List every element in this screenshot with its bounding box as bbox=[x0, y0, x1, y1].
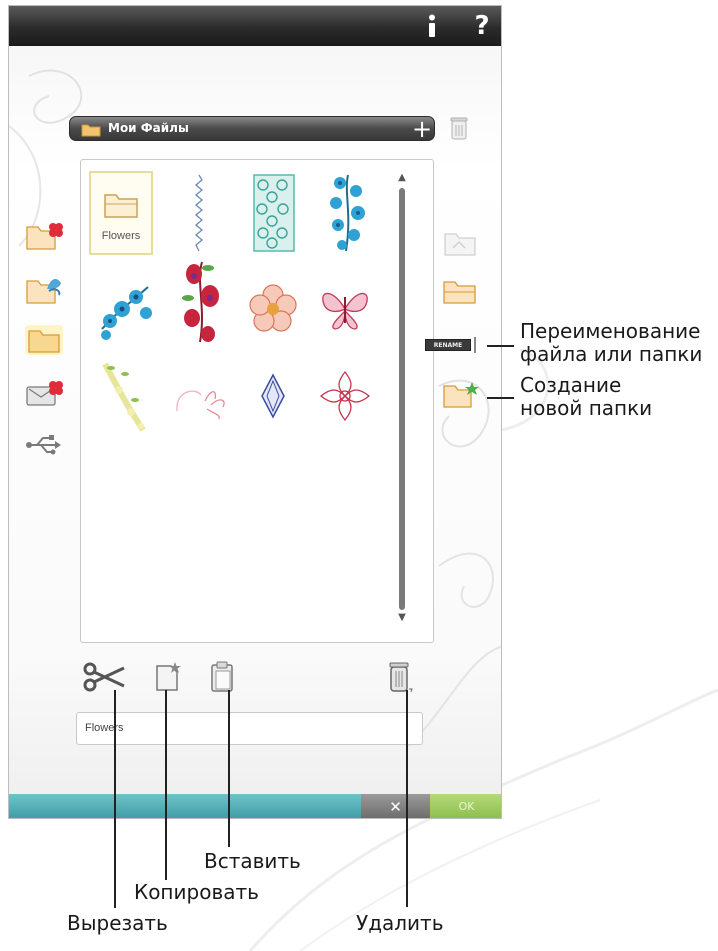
text-cursor-icon bbox=[474, 337, 476, 353]
usb-icon[interactable] bbox=[25, 430, 63, 460]
embroidery-fonts-icon[interactable] bbox=[25, 275, 63, 305]
design-tile[interactable] bbox=[167, 171, 231, 255]
rename-callout-line1: Переименование bbox=[520, 319, 701, 343]
top-bar: ? bbox=[9, 6, 501, 46]
ok-button[interactable]: OK bbox=[430, 794, 501, 818]
blue-floral-spray-design-icon bbox=[101, 286, 152, 340]
scroll-down-button[interactable]: ▼ bbox=[395, 612, 409, 626]
rename-callout-line2: файла или папки bbox=[520, 342, 703, 366]
paste-callout: Вставить bbox=[204, 849, 301, 873]
folder-tile-flowers[interactable]: Flowers bbox=[89, 171, 153, 255]
scissors-icon bbox=[83, 662, 125, 692]
info-button[interactable] bbox=[414, 6, 450, 46]
delete-button[interactable] bbox=[383, 658, 417, 696]
embroidery-designs-icon[interactable] bbox=[25, 221, 63, 251]
design-tile[interactable] bbox=[169, 260, 233, 344]
paste-icon bbox=[211, 661, 233, 692]
new-folder-callout: Создание новой папки bbox=[520, 374, 652, 420]
bottom-bar: ✕ OK bbox=[9, 794, 501, 818]
design-tile[interactable] bbox=[313, 354, 377, 438]
cut-callout: Вырезать bbox=[67, 911, 168, 935]
help-button[interactable]: ? bbox=[464, 6, 500, 46]
new-folder-callout-line1: Создание bbox=[520, 373, 622, 397]
peach-flower-design-icon bbox=[249, 284, 297, 332]
path-label: Мои Файлы bbox=[108, 121, 189, 135]
design-tile[interactable] bbox=[242, 171, 306, 255]
new-folder-callout-line bbox=[487, 397, 514, 399]
copy-icon bbox=[156, 662, 181, 691]
design-tile[interactable] bbox=[315, 171, 379, 255]
pink-swirl-design-icon bbox=[176, 390, 225, 420]
design-tile[interactable] bbox=[93, 354, 157, 438]
new-folder-icon[interactable] bbox=[441, 380, 479, 410]
design-tile[interactable] bbox=[93, 266, 157, 350]
rename-callout-line bbox=[487, 345, 514, 347]
design-tile[interactable] bbox=[241, 266, 305, 350]
teal-lace-block-design-icon bbox=[253, 174, 295, 252]
status-bar bbox=[9, 794, 361, 818]
parent-folder-icon[interactable] bbox=[441, 228, 479, 258]
blue-vine-design-icon bbox=[330, 174, 365, 252]
scroll-up-button[interactable]: ▲ bbox=[395, 172, 409, 186]
design-tile[interactable] bbox=[169, 354, 233, 438]
open-folder-icon[interactable] bbox=[441, 276, 479, 306]
copy-callout: Копировать bbox=[134, 880, 259, 904]
copy-callout-line bbox=[165, 690, 167, 880]
pink-butterfly-design-icon bbox=[322, 292, 368, 330]
stitch-line-design-icon bbox=[194, 174, 204, 252]
scrollbar[interactable] bbox=[399, 188, 405, 610]
trash-icon[interactable] bbox=[450, 117, 468, 141]
usb-delete-icon[interactable] bbox=[25, 379, 63, 409]
delete-callout-line bbox=[406, 690, 408, 907]
cut-button[interactable] bbox=[79, 658, 129, 696]
cancel-button[interactable]: ✕ bbox=[361, 794, 430, 818]
design-tile[interactable] bbox=[313, 266, 377, 350]
red-fuchsia-design-icon bbox=[182, 261, 219, 343]
folder-icon bbox=[81, 124, 101, 137]
delete-callout: Удалить bbox=[356, 911, 444, 935]
new-folder-callout-line2: новой папки bbox=[520, 396, 653, 420]
paste-button[interactable] bbox=[207, 658, 237, 696]
design-tile[interactable] bbox=[241, 354, 305, 438]
copy-button[interactable] bbox=[151, 658, 185, 696]
folder-icon bbox=[104, 194, 138, 218]
blue-diamond-design-icon bbox=[261, 373, 285, 419]
rename-badge: RENAME bbox=[425, 339, 471, 351]
my-files-icon[interactable] bbox=[25, 325, 63, 355]
file-name-field[interactable]: Flowers bbox=[76, 712, 423, 745]
add-button[interactable]: + bbox=[412, 115, 432, 143]
paste-callout-line bbox=[228, 690, 230, 847]
green-sprig-design-icon bbox=[102, 362, 146, 432]
device-screen: ? Мои Файлы + Flowers ▲ ▼ RENAME Flowers… bbox=[8, 5, 502, 819]
folder-label: Flowers bbox=[101, 230, 141, 242]
cut-callout-line bbox=[114, 690, 116, 908]
red-medallion-design-icon bbox=[319, 370, 371, 422]
rename-button[interactable]: RENAME bbox=[425, 337, 483, 353]
folder-path-bar[interactable]: Мои Файлы + bbox=[69, 115, 435, 143]
info-icon bbox=[429, 14, 435, 37]
trash-icon bbox=[389, 662, 413, 693]
rename-callout: Переименование файла или папки bbox=[520, 320, 702, 366]
file-browser-panel: Flowers ▲ ▼ bbox=[80, 159, 434, 643]
